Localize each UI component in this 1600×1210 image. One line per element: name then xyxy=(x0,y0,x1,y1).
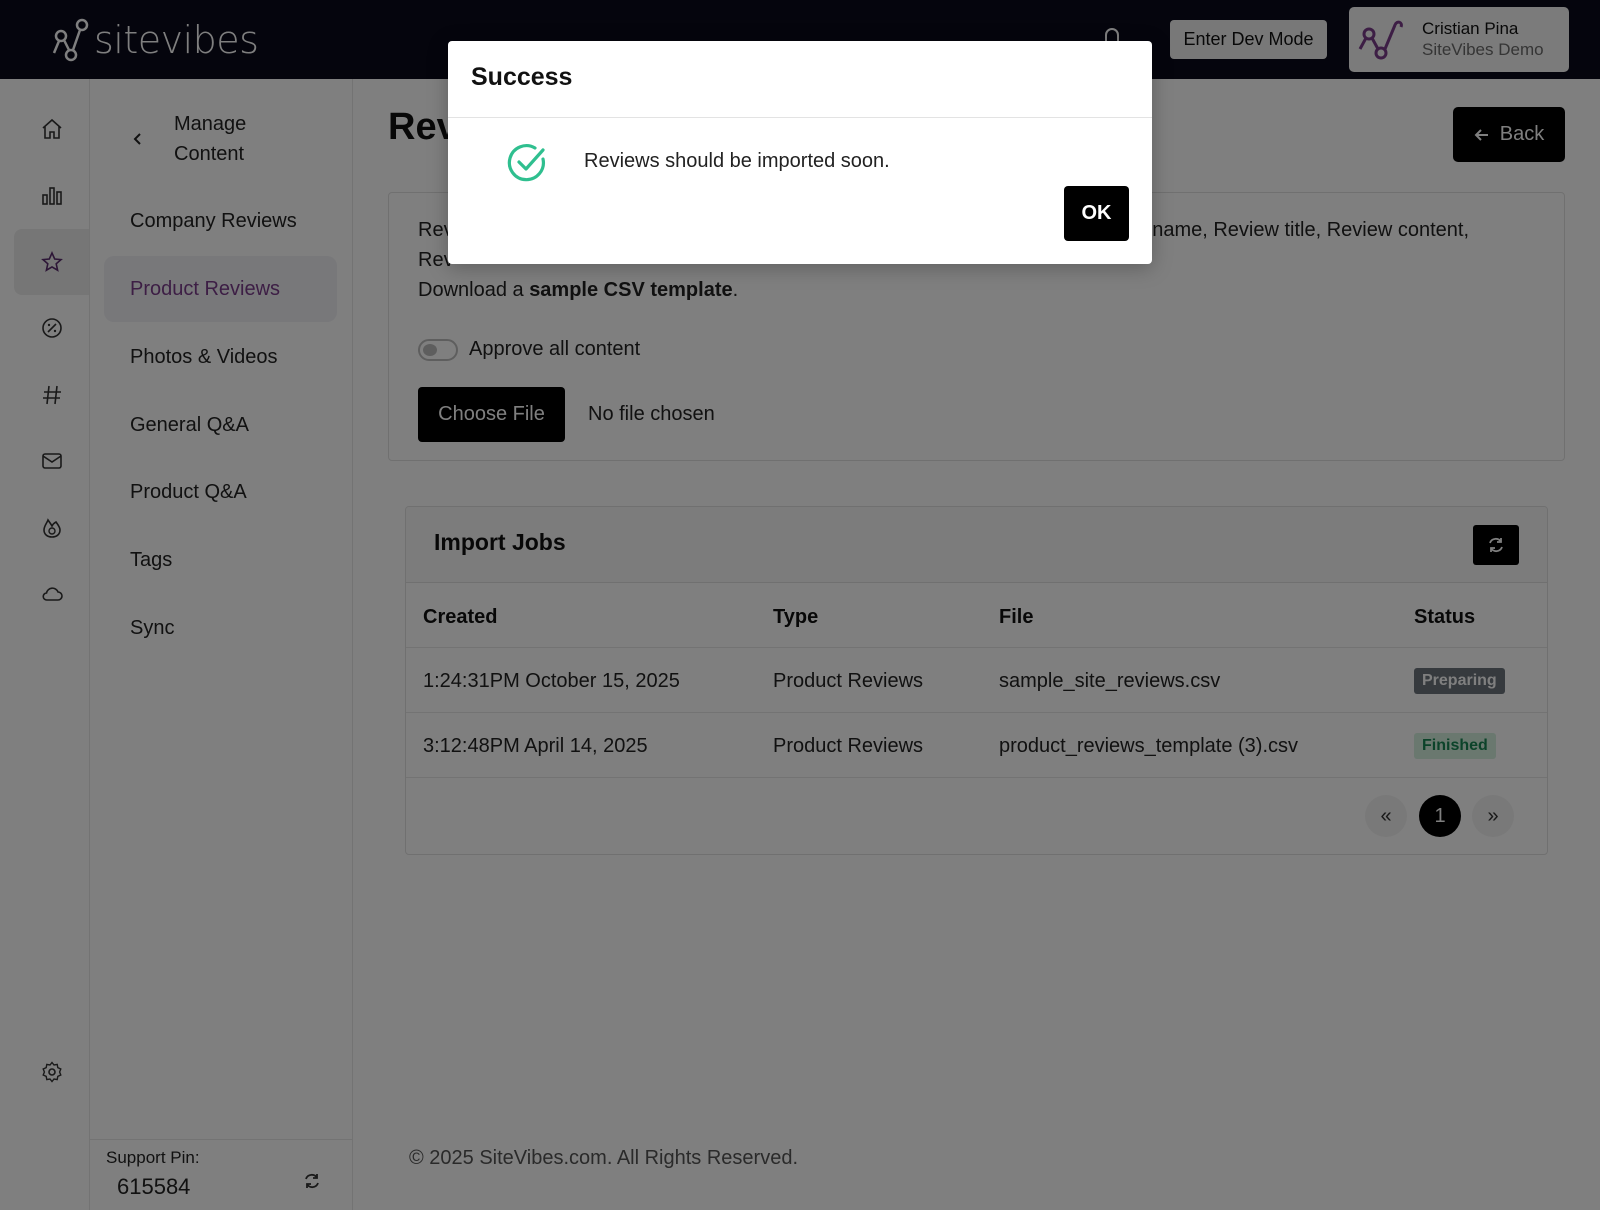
dialog-message: Reviews should be imported soon. xyxy=(584,150,890,172)
dialog-title: Success xyxy=(471,63,573,91)
check-circle-icon xyxy=(507,144,545,182)
ok-button[interactable]: OK xyxy=(1064,186,1129,241)
success-dialog: Success Reviews should be imported soon.… xyxy=(448,41,1152,264)
dialog-header: Success xyxy=(448,41,1152,118)
